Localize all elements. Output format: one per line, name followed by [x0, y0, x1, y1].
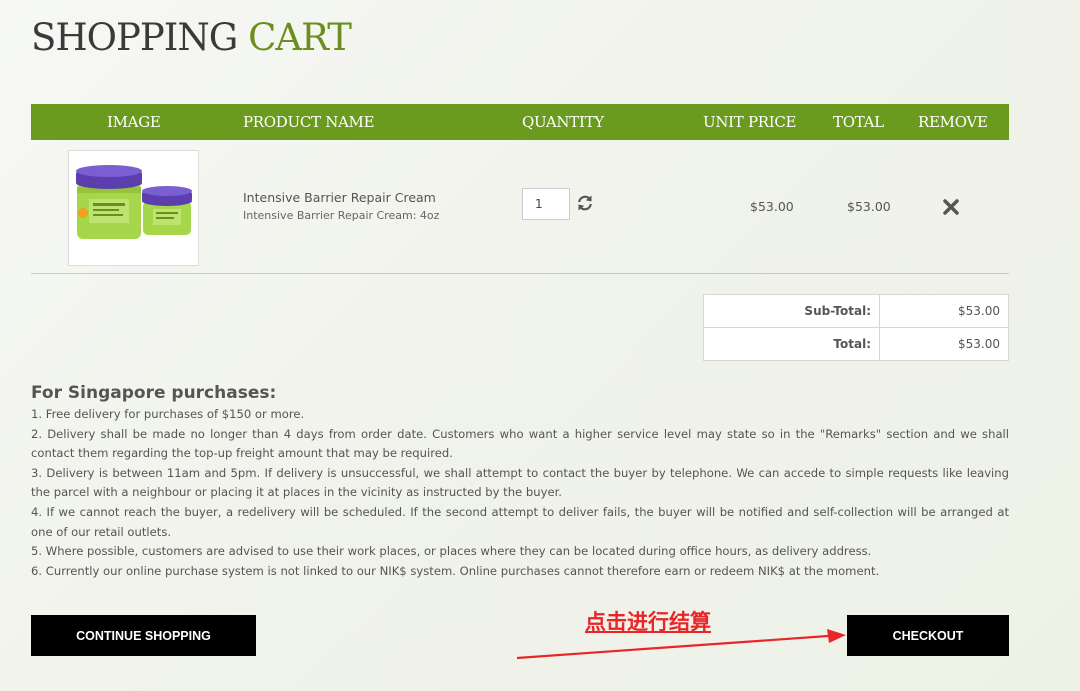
note-item: 5. Where possible, customers are advised… [31, 544, 872, 559]
quantity-input[interactable] [522, 188, 570, 220]
note-item: 3. Delivery is between 11am and 5pm. If … [31, 465, 1009, 500]
unit-price: $53.00 [750, 199, 794, 214]
total-value: $53.00 [879, 327, 1009, 361]
product-option: Intensive Barrier Repair Cream: 4oz [243, 209, 440, 222]
product-name[interactable]: Intensive Barrier Repair Cream [243, 190, 436, 205]
delivery-notes: 1. Free delivery for purchases of $150 o… [31, 405, 1009, 581]
note-item: 6. Currently our online purchase system … [31, 563, 880, 578]
continue-shopping-button[interactable]: CONTINUE SHOPPING [31, 615, 256, 656]
page-title: SHOPPING CART [31, 14, 352, 62]
header-quantity: QUANTITY [522, 113, 604, 131]
delivery-notes-heading: For Singapore purchases: [31, 383, 277, 403]
page-title-shopping: SHOPPING [31, 16, 238, 59]
total-label: Total: [703, 327, 880, 361]
subtotal-row: Sub-Total: $53.00 [703, 294, 1009, 328]
checkout-button[interactable]: CHECKOUT [847, 615, 1009, 656]
annotation-arrow-icon [516, 629, 846, 660]
page-title-cart: CART [248, 16, 352, 59]
close-icon[interactable] [942, 198, 960, 216]
subtotal-label: Sub-Total: [703, 294, 880, 328]
note-item: 2. Delivery shall be made no longer than… [31, 426, 1009, 461]
header-product-name: PRODUCT NAME [243, 113, 375, 131]
product-jar-image[interactable] [68, 150, 199, 266]
note-item: 1. Free delivery for purchases of $150 o… [31, 407, 305, 421]
divider [31, 273, 1009, 274]
refresh-icon[interactable] [576, 194, 594, 212]
totals-table: Sub-Total: $53.00 Total: $53.00 [703, 294, 1009, 361]
header-remove: REMOVE [918, 113, 988, 131]
note-item: 4. If we cannot reach the buyer, a redel… [31, 504, 1009, 539]
header-total: TOTAL [833, 113, 884, 131]
subtotal-value: $53.00 [879, 294, 1009, 328]
header-unit-price: UNIT PRICE [703, 113, 797, 131]
total-row: Total: $53.00 [703, 327, 1009, 361]
line-total: $53.00 [847, 199, 891, 214]
header-image: IMAGE [107, 113, 161, 131]
cart-table-header: IMAGE PRODUCT NAME QUANTITY UNIT PRICE T… [31, 104, 1009, 140]
